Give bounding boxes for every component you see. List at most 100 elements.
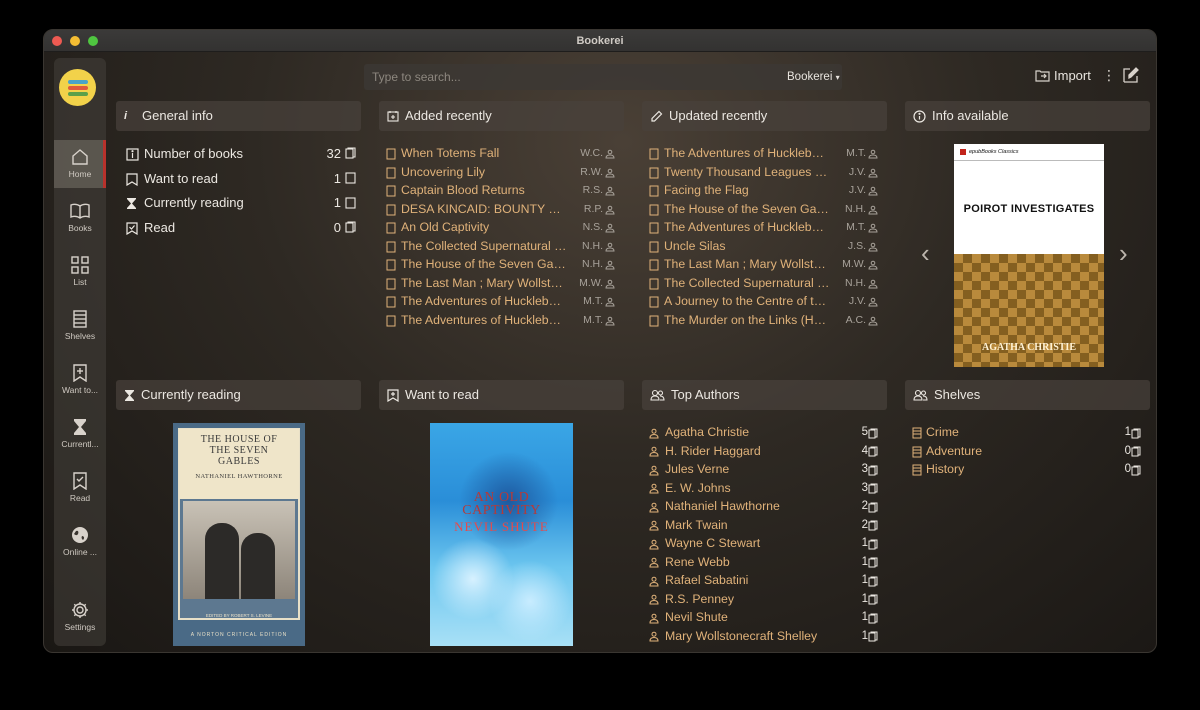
hourglass-icon — [127, 198, 136, 210]
book-list-item[interactable]: Uncle Silas J.S. — [649, 237, 882, 256]
book-list-item[interactable]: The Collected Supernatural and... N.H. — [386, 237, 619, 256]
nav-currently-reading[interactable]: Currentl... — [54, 410, 106, 458]
shelf-list-item[interactable]: History 0 — [912, 460, 1145, 479]
carousel-next-icon[interactable]: › — [1119, 238, 1128, 269]
person-icon — [605, 279, 615, 288]
stat-want-to-read[interactable]: Want to read 1 — [126, 166, 356, 191]
author-name: Jules Verne — [665, 462, 730, 477]
person-icon — [605, 186, 615, 196]
author-list-item[interactable]: H. Rider Haggard 4 — [649, 442, 882, 461]
cover-editor: EDITED BY ROBERT S. LEVINE — [205, 613, 273, 618]
book-list-item[interactable]: The Adventures of Huckleberry ... M.T. — [386, 292, 619, 311]
book-count-icon — [345, 172, 356, 184]
zoom-window-button[interactable] — [88, 36, 98, 46]
book-list-item[interactable]: The Last Man ; Mary Wollstone... M.W. — [649, 255, 882, 274]
minimize-window-button[interactable] — [70, 36, 80, 46]
nav-list[interactable]: List — [54, 248, 106, 296]
search-input[interactable]: Type to search... — [364, 64, 842, 90]
info-available-header: Info available — [905, 101, 1150, 131]
book-list-item[interactable]: The Adventures of Huckleberry ... M.T. — [386, 311, 619, 330]
stat-label: Want to read — [144, 170, 218, 186]
books-count-icon — [868, 428, 878, 438]
book-list-item[interactable]: Facing the Flag J.V. — [649, 181, 882, 200]
book-title: The Last Man ; Mary Wollstone... — [401, 275, 567, 290]
book-list-item[interactable]: The Murder on the Links (Hercul... A.C. — [649, 311, 882, 330]
close-window-button[interactable] — [52, 36, 62, 46]
author-name: Rafael Sabatini — [665, 573, 749, 588]
author-list-item[interactable]: Jules Verne 3 — [649, 460, 882, 479]
book-list-item[interactable]: DESA KINCAID: BOUNTY HUNTER R.P. — [386, 200, 619, 219]
book-icon — [649, 204, 659, 215]
sidebar: Home Books List Shelves Want to... Curre… — [54, 58, 106, 646]
author-list-item[interactable]: Nathaniel Hawthorne 2 — [649, 497, 882, 516]
book-list-item[interactable]: The Adventures of Huckleberry ... M.T. — [649, 144, 882, 163]
more-options-icon[interactable]: ⋮ — [1102, 67, 1116, 84]
book-title: Uncovering Lily — [401, 164, 486, 179]
book-list-item[interactable]: When Totems Fall W.C. — [386, 144, 619, 163]
info-circle-icon — [913, 109, 926, 123]
gear-icon — [72, 602, 88, 618]
book-count-icon — [345, 197, 356, 209]
author-list-item[interactable]: Wayne C Stewart 1 — [649, 534, 882, 553]
book-title: The House of the Seven Gables — [401, 257, 567, 272]
author-list-item[interactable]: Nevil Shute 1 — [649, 608, 882, 627]
book-cover-house-of-seven-gables[interactable]: THE HOUSE OF THE SEVEN GABLES NATHANIEL … — [173, 423, 305, 646]
book-author-initials: M.T. — [846, 221, 866, 234]
author-list-item[interactable]: Mary Wollstonecraft Shelley 1 — [649, 627, 882, 646]
nav-shelves[interactable]: Shelves — [54, 302, 106, 350]
book-list-item[interactable]: Twenty Thousand Leagues Unde... J.V. — [649, 163, 882, 182]
book-list-item[interactable]: The House of the Seven Gables N.H. — [386, 255, 619, 274]
book-list-item[interactable]: The Adventures of Huckleberry ... M.T. — [649, 218, 882, 237]
author-list-item[interactable]: Agatha Christie 5 — [649, 423, 882, 442]
book-author-initials: N.S. — [582, 221, 603, 234]
shelf-list-item[interactable]: Crime 1 — [912, 423, 1145, 442]
shelf-book-count: 0 — [1124, 463, 1131, 476]
book-list-item[interactable]: Uncovering Lily R.W. — [386, 163, 619, 182]
author-list-item[interactable]: E. W. Johns 3 — [649, 479, 882, 498]
author-list-item[interactable]: Rene Webb 1 — [649, 553, 882, 572]
import-button[interactable]: Import — [1035, 68, 1091, 83]
person-icon — [868, 205, 878, 214]
author-name: Agatha Christie — [665, 425, 750, 440]
book-list-item[interactable]: A Journey to the Centre of the E... J.V. — [649, 292, 882, 311]
stat-number-of-books[interactable]: Number of books 32 — [126, 141, 356, 166]
person-icon — [868, 297, 878, 307]
globe-icon — [72, 527, 88, 543]
carousel-prev-icon[interactable]: ‹ — [921, 238, 930, 269]
book-title: A Journey to the Centre of the E... — [664, 294, 830, 309]
author-book-count: 2 — [861, 518, 868, 531]
book-list-item[interactable]: The Collected Supernatural and... N.H. — [649, 274, 882, 293]
nav-label: Settings — [64, 622, 96, 632]
books-count-icon — [1131, 428, 1141, 438]
book-author-initials: J.S. — [847, 239, 866, 252]
book-list-item[interactable]: The House of the Seven Gables N.H. — [649, 200, 882, 219]
nav-home[interactable]: Home — [54, 140, 106, 188]
stat-currently-reading[interactable]: Currently reading 1 — [126, 190, 356, 215]
book-list-item[interactable]: An Old Captivity N.S. — [386, 218, 619, 237]
library-select[interactable]: Bookerei ▾ — [787, 64, 840, 90]
book-list-item[interactable]: Captain Blood Returns R.S. — [386, 181, 619, 200]
stat-read[interactable]: Read 0 — [126, 215, 356, 240]
hourglass-icon — [74, 419, 86, 435]
author-list-item[interactable]: R.S. Penney 1 — [649, 590, 882, 609]
book-cover-an-old-captivity[interactable]: AN OLD CAPTIVITY NEVIL SHUTE — [430, 423, 573, 646]
book-author-initials: N.H. — [582, 239, 603, 252]
nav-read[interactable]: Read — [54, 464, 106, 512]
books-count-icon — [868, 557, 878, 568]
nav-want-to-read[interactable]: Want to... — [54, 356, 106, 404]
books-count-icon — [868, 594, 878, 605]
nav-settings[interactable]: Settings — [54, 593, 106, 641]
cover-title: THE HOUSE OF THE SEVEN GABLES — [200, 434, 278, 467]
book-title: The Adventures of Huckleberry ... — [664, 220, 830, 235]
edit-note-icon[interactable] — [1122, 67, 1139, 85]
nav-online[interactable]: Online ... — [54, 518, 106, 566]
shelf-list-item[interactable]: Adventure 0 — [912, 442, 1145, 461]
book-list-item[interactable]: The Last Man ; Mary Wollstone... M.W. — [386, 274, 619, 293]
book-author-initials: M.T. — [846, 147, 866, 160]
book-icon — [649, 315, 659, 326]
book-cover-poirot[interactable]: epubBooks Classics POIROT INVESTIGATES A… — [954, 144, 1104, 367]
author-list-item[interactable]: Mark Twain 2 — [649, 516, 882, 535]
folder-import-icon — [1035, 70, 1050, 82]
nav-books[interactable]: Books — [54, 194, 106, 242]
author-list-item[interactable]: Rafael Sabatini 1 — [649, 571, 882, 590]
